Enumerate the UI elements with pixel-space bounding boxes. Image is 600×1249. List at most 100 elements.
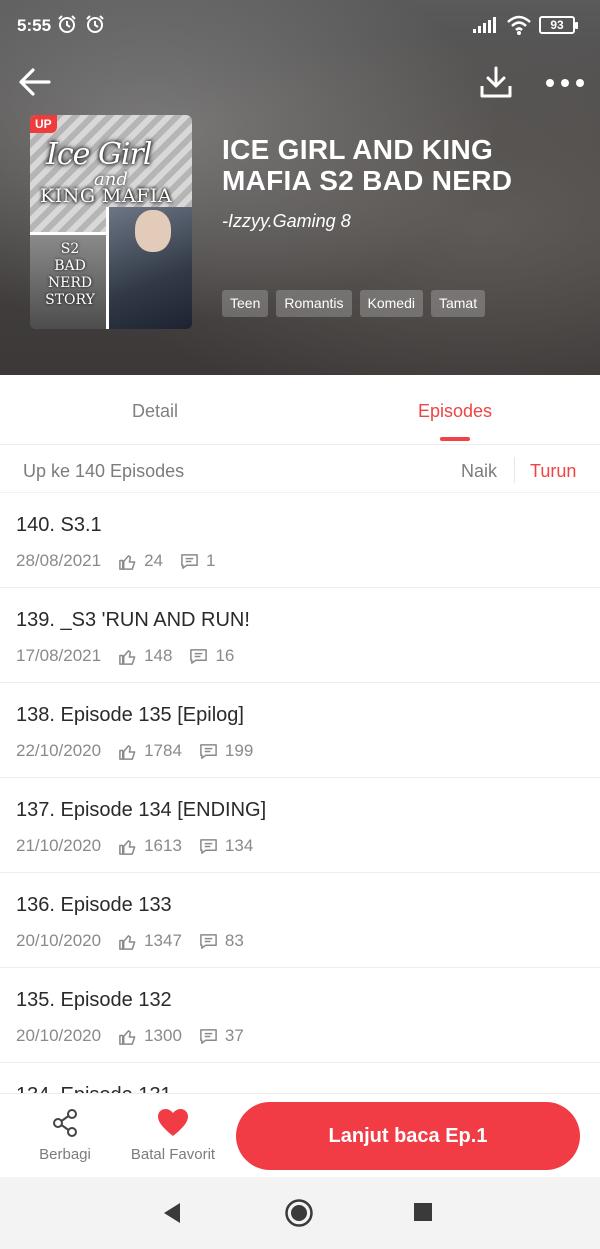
cover-subtitle-line: NERD: [47, 275, 93, 291]
episode-title: 137. Episode 134 [ENDING]: [16, 799, 267, 821]
episode-row[interactable]: 134. Episode 131: [0, 1063, 600, 1093]
episode-date: 22/10/2020: [16, 741, 102, 760]
tab-bar: Detail Episodes: [0, 375, 600, 445]
share-button[interactable]: Berbagi: [34, 1108, 96, 1168]
episode-row[interactable]: 139. _S3 'RUN AND RUN! 17/08/2021 148 16: [0, 588, 600, 683]
nav-recent-apps-icon[interactable]: [413, 1202, 433, 1222]
book-header: 5:55 93 Ice Girl and KING MAFIA S2 BAD N…: [0, 0, 600, 375]
heart-icon: [158, 1109, 188, 1136]
continue-reading-button[interactable]: Lanjut baca Ep.1: [236, 1102, 580, 1170]
system-navigation-bar: [0, 1177, 600, 1249]
episode-row[interactable]: 136. Episode 133 20/10/2020 1347 83: [0, 873, 600, 968]
episode-meta: 22/10/2020 1784 199: [16, 741, 253, 761]
episode-date: 20/10/2020: [16, 1026, 102, 1045]
thumbs-up-icon: [119, 839, 136, 855]
book-author[interactable]: -Izzyy.Gaming 8: [222, 211, 351, 232]
status-time: 5:55: [17, 16, 52, 35]
episode-title: 139. _S3 'RUN AND RUN!: [16, 609, 250, 631]
more-options-icon[interactable]: [543, 62, 587, 102]
episode-comments: 16: [215, 646, 235, 665]
cover-divider: [30, 232, 108, 235]
book-cover[interactable]: Ice Girl and KING MAFIA S2 BAD NERD STOR…: [30, 115, 192, 329]
episode-row[interactable]: 137. Episode 134 [ENDING] 21/10/2020 161…: [0, 778, 600, 873]
episode-title: 140. S3.1: [16, 514, 102, 536]
comment-icon: [200, 743, 217, 759]
status-bar: 5:55 93: [0, 0, 600, 52]
alarm-icon: [86, 15, 104, 33]
episode-comments: 199: [224, 741, 254, 760]
comment-icon: [190, 648, 208, 664]
comment-icon: [200, 838, 217, 854]
episode-date: 21/10/2020: [16, 836, 102, 855]
cover-subtitle-line: STORY: [45, 292, 95, 308]
sort-descending-button[interactable]: Turun: [530, 461, 576, 482]
episode-comments: 83: [224, 931, 244, 950]
sort-divider: [514, 457, 515, 483]
cover-subtitle-line: BAD: [54, 258, 86, 274]
episode-likes: 148: [144, 646, 173, 665]
battery-icon: 93: [539, 16, 578, 34]
comment-icon: [200, 933, 217, 949]
thumbs-up-icon: [119, 649, 136, 665]
episode-title: 136. Episode 133: [16, 894, 172, 916]
wifi-icon: [507, 15, 531, 35]
episode-meta: 20/10/2020 1347 83: [16, 931, 244, 951]
episode-meta: 17/08/2021 148 16: [16, 646, 234, 666]
episode-title: 134. Episode 131: [16, 1084, 172, 1093]
tab-active-indicator: [440, 437, 470, 441]
episode-meta: 20/10/2020 1300 37: [16, 1026, 244, 1046]
unfavorite-button[interactable]: Batal Favorit: [126, 1108, 220, 1168]
episode-list: 140. S3.1 28/08/2021 24 1 139. _S3 'RUN …: [0, 493, 600, 1093]
tab-detail[interactable]: Detail: [132, 401, 178, 422]
thumbs-up-icon: [119, 744, 136, 760]
episode-likes: 1300: [144, 1026, 182, 1045]
thumbs-up-icon: [119, 554, 136, 570]
episode-likes: 1613: [144, 836, 182, 855]
episode-comments: 1: [206, 551, 216, 570]
episode-date: 20/10/2020: [16, 931, 102, 950]
episode-comments: 134: [224, 836, 254, 855]
episode-meta: 21/10/2020 1613 134: [16, 836, 253, 856]
book-title: ICE GIRL AND KING MAFIA S2 BAD NERD: [222, 134, 513, 196]
episode-row[interactable]: 138. Episode 135 [Epilog] 22/10/2020 178…: [0, 683, 600, 778]
update-badge: UP: [30, 115, 57, 133]
cover-divider: [106, 207, 109, 329]
tag-teen[interactable]: Teen: [222, 290, 269, 317]
episode-likes: 1347: [144, 931, 182, 950]
episode-title: 135. Episode 132: [16, 989, 172, 1011]
share-label: Berbagi: [39, 1146, 91, 1163]
comment-icon: [181, 553, 198, 569]
unfavorite-label: Batal Favorit: [130, 1146, 216, 1163]
episode-title: 138. Episode 135 [Epilog]: [16, 704, 244, 726]
genre-tags: Teen Romantis Komedi Tamat: [222, 290, 486, 317]
cover-title-script: Ice Girl: [46, 137, 152, 172]
sort-ascending-button[interactable]: Naik: [461, 461, 497, 482]
tag-tamat[interactable]: Tamat: [430, 290, 486, 317]
episode-row[interactable]: 140. S3.1 28/08/2021 24 1: [0, 493, 600, 588]
sort-bar: Up ke 140 Episodes Naik Turun: [0, 445, 600, 493]
share-icon: [53, 1109, 77, 1137]
cover-title-king: KING MAFIA: [40, 185, 173, 207]
episode-count: Up ke 140 Episodes: [23, 461, 185, 481]
tab-episodes[interactable]: Episodes: [418, 401, 492, 422]
bottom-action-bar: Berbagi Batal Favorit Lanjut baca Ep.1: [0, 1093, 600, 1177]
episode-likes: 1784: [144, 741, 182, 760]
nav-home-icon[interactable]: [284, 1198, 314, 1228]
cover-character: [135, 210, 171, 252]
episode-likes: 24: [144, 551, 164, 570]
thumbs-up-icon: [119, 1029, 136, 1045]
episode-meta: 28/08/2021 24 1: [16, 551, 215, 571]
episode-comments: 37: [224, 1026, 244, 1045]
nav-back-icon[interactable]: [160, 1201, 184, 1225]
episode-date: 17/08/2021: [16, 646, 102, 665]
tag-komedi[interactable]: Komedi: [359, 290, 423, 317]
download-icon[interactable]: [478, 62, 514, 102]
episode-row[interactable]: 135. Episode 132 20/10/2020 1300 37: [0, 968, 600, 1063]
thumbs-up-icon: [119, 934, 136, 950]
cover-subtitle-line: S2: [60, 241, 80, 257]
tag-romantis[interactable]: Romantis: [276, 290, 352, 317]
episode-date: 28/08/2021: [16, 551, 102, 570]
back-arrow-icon[interactable]: [15, 62, 55, 102]
cover-subtitle: S2 BAD NERD STORY: [38, 241, 102, 309]
comment-icon: [200, 1028, 217, 1044]
